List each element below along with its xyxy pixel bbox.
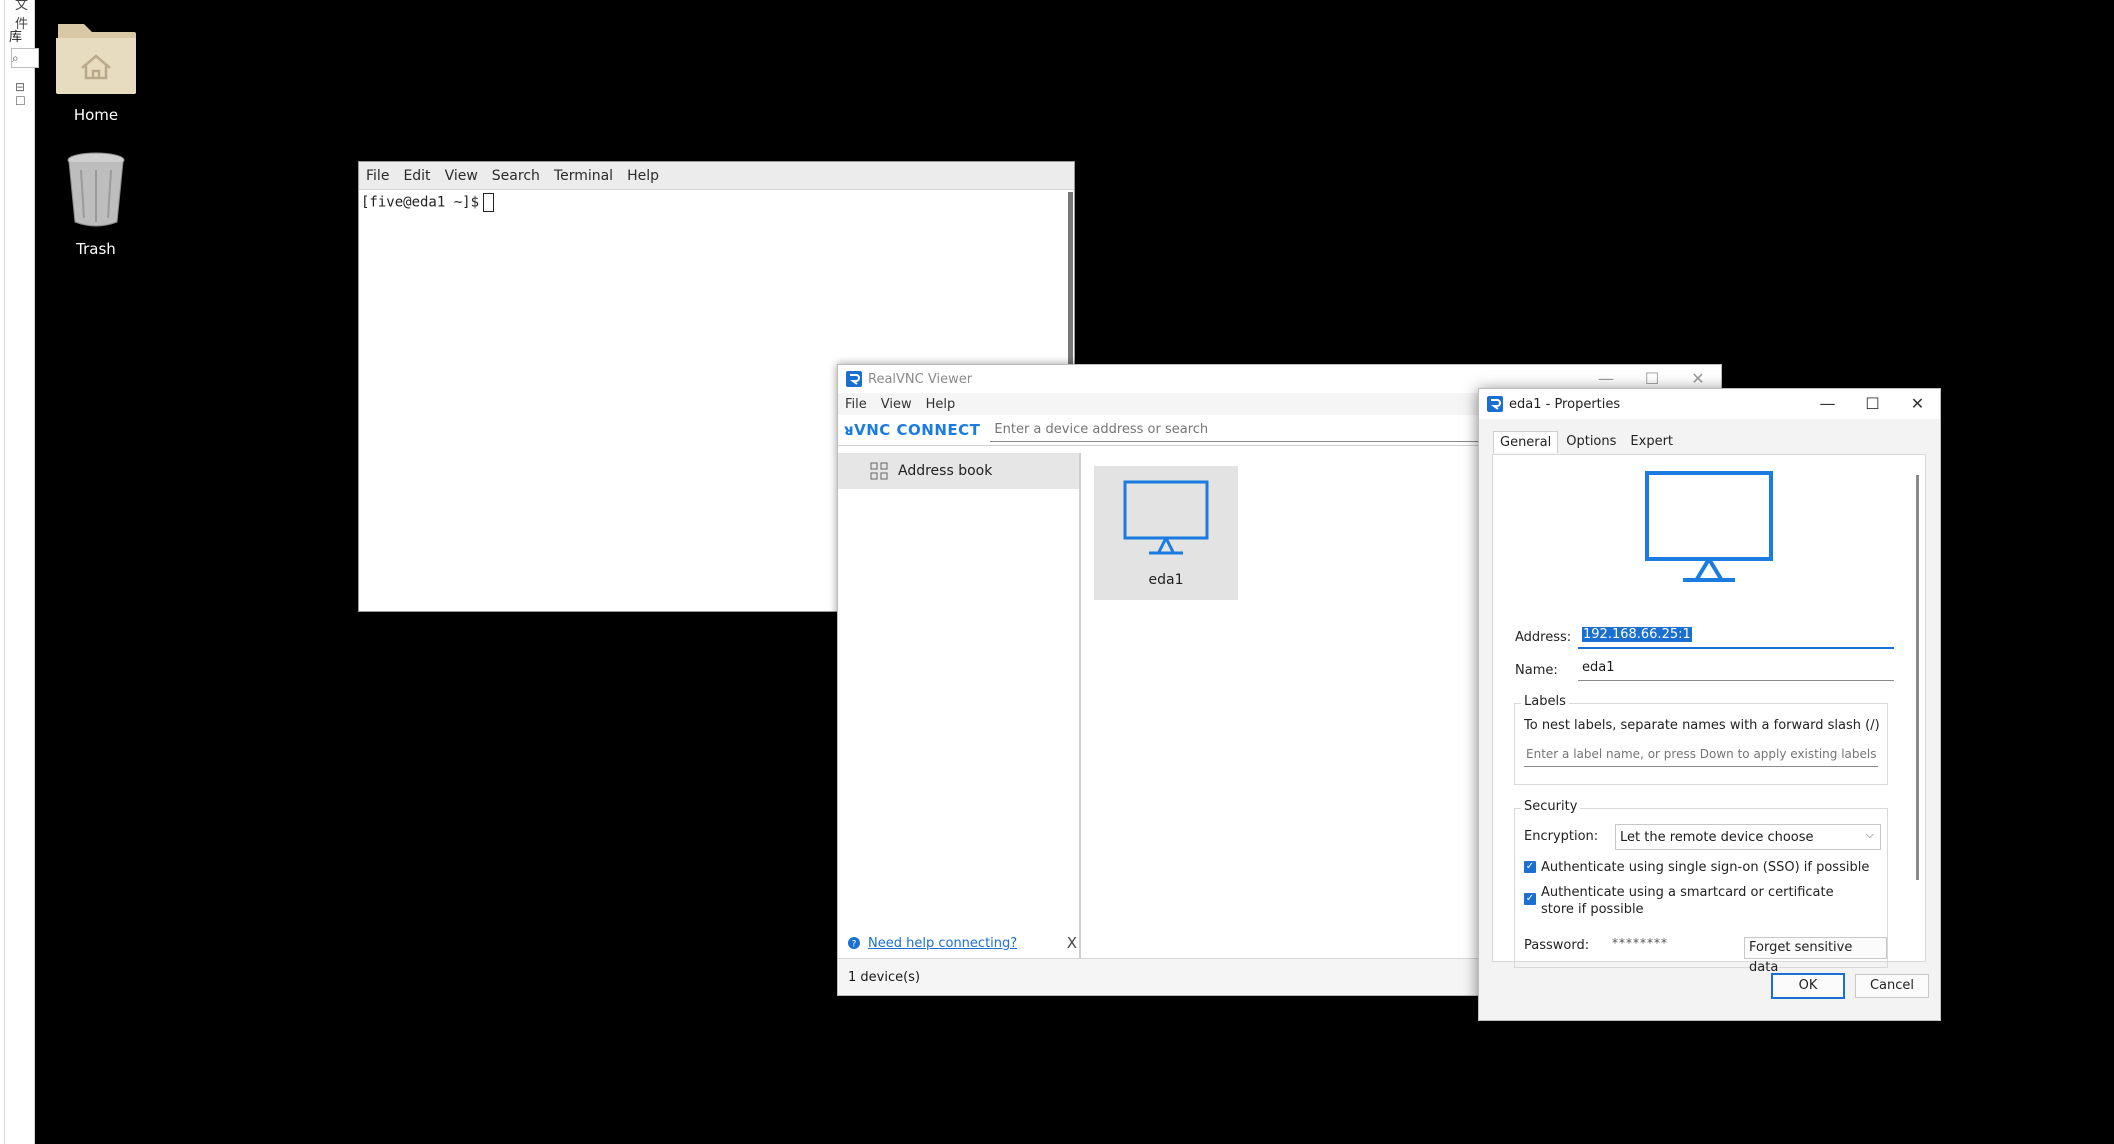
terminal-menu-edit[interactable]: Edit (403, 168, 430, 184)
tab-expert[interactable]: Expert (1624, 431, 1679, 453)
sso-checkbox-label: Authenticate using single sign-on (SSO) … (1541, 860, 1870, 875)
labels-group-title: Labels (1521, 694, 1569, 709)
chevron-down-icon: ⌵ (1865, 828, 1874, 841)
background-library-label: 库 (9, 30, 23, 45)
svg-text:?: ? (852, 940, 857, 950)
help-icon: ? (848, 937, 860, 949)
smartcard-checkbox-label: Authenticate using a smartcard or certif… (1541, 885, 1834, 917)
ok-button[interactable]: OK (1771, 973, 1845, 999)
vnc-menu-file[interactable]: File (845, 397, 867, 412)
monitor-icon (1123, 480, 1209, 555)
vnc-window-title: RealVNC Viewer (868, 371, 973, 387)
properties-title: eda1 - Properties (1509, 396, 1621, 412)
device-count: 1 device(s) (848, 969, 921, 985)
help-close-button[interactable]: X (1067, 934, 1077, 952)
encryption-label: Encryption: (1524, 829, 1599, 844)
terminal-menu-help[interactable]: Help (627, 168, 659, 184)
desktop-trash-label: Trash (76, 240, 116, 258)
vnc-sidebar: Address book ? Need help connecting? X (838, 453, 1081, 958)
need-help-link[interactable]: Need help connecting? (868, 936, 1017, 951)
vnc-app-icon (846, 371, 862, 387)
address-input[interactable]: 192.168.66.25:1 (1578, 627, 1894, 649)
panel-scrollbar[interactable] (1916, 475, 1919, 880)
grid-icon (870, 462, 888, 480)
tab-options[interactable]: Options (1560, 431, 1622, 453)
terminal-menu-terminal[interactable]: Terminal (554, 168, 613, 184)
sidebar-item-label: Address book (898, 463, 993, 479)
password-value: ******** (1612, 936, 1668, 950)
properties-dialog[interactable]: eda1 - Properties — ☐ ✕ General Options … (1478, 388, 1941, 1021)
help-banner: ? Need help connecting? X (838, 928, 1089, 958)
terminal-menubar: File Edit View Search Terminal Help (359, 162, 1074, 190)
labels-input[interactable] (1524, 742, 1878, 767)
desktop-home-icon[interactable]: Home (36, 16, 156, 124)
general-tab-panel: Address: 192.168.66.25:1 Name: eda1 Labe… (1492, 454, 1926, 975)
trash-can-icon (67, 152, 125, 227)
address-value: 192.168.66.25:1 (1582, 627, 1692, 642)
properties-titlebar[interactable]: eda1 - Properties — ☐ ✕ (1479, 389, 1940, 419)
security-group: Security Encryption: Let the remote devi… (1514, 799, 1888, 975)
sidebar-item-address-book[interactable]: Address book (838, 453, 1079, 489)
terminal-output[interactable]: [five@eda1 ~]$ (359, 190, 1074, 215)
terminal-menu-search[interactable]: Search (492, 168, 540, 184)
vnc-connect-logo: ᴚVNC CONNECT (844, 421, 981, 439)
maximize-icon[interactable]: ☐ (1850, 389, 1895, 419)
sso-checkbox[interactable]: ✓ Authenticate using single sign-on (SSO… (1524, 859, 1879, 876)
vnc-app-icon (1487, 396, 1503, 412)
smartcard-checkbox[interactable]: ✓ Authenticate using a smartcard or cert… (1524, 884, 1859, 918)
properties-tabs: General Options Expert (1493, 431, 1681, 453)
tab-general[interactable]: General (1493, 431, 1559, 453)
terminal-menu-file[interactable]: File (366, 168, 389, 184)
security-group-title: Security (1521, 799, 1581, 814)
name-input[interactable]: eda1 (1578, 660, 1894, 681)
encryption-value: Let the remote device choose (1620, 829, 1814, 845)
labels-hint: To nest labels, separate names with a fo… (1524, 718, 1880, 733)
minimize-icon[interactable]: — (1805, 389, 1850, 419)
address-label: Address: (1515, 630, 1572, 645)
cancel-button[interactable]: Cancel (1855, 974, 1929, 998)
checkmark-icon: ✓ (1524, 893, 1536, 905)
vnc-menu-help[interactable]: Help (926, 397, 956, 412)
background-tree-toggle-icon[interactable]: ⊟ ☐ (15, 80, 35, 108)
background-window-sliver: 文件 库 ⌕ ⊟ ☐ (0, 0, 39, 1144)
encryption-select[interactable]: Let the remote device choose ⌵ (1615, 824, 1881, 850)
desktop-trash-icon[interactable]: Trash (36, 150, 156, 258)
checkmark-icon: ✓ (1524, 861, 1536, 873)
terminal-menu-view[interactable]: View (445, 168, 478, 184)
close-icon[interactable]: ✕ (1895, 389, 1940, 419)
monitor-icon (1645, 471, 1773, 582)
name-label: Name: (1515, 663, 1558, 678)
forget-sensitive-data-button[interactable]: Forget sensitive data (1744, 937, 1887, 975)
vnc-menu-view[interactable]: View (881, 397, 912, 412)
terminal-prompt: [five@eda1 ~]$ (361, 194, 480, 211)
labels-group: Labels To nest labels, separate names wi… (1514, 694, 1888, 785)
terminal-cursor (483, 193, 495, 212)
background-search-icon[interactable]: ⌕ (11, 48, 39, 68)
password-label: Password: (1524, 938, 1590, 953)
home-folder-icon (56, 24, 136, 94)
device-name: eda1 (1148, 572, 1184, 588)
name-value: eda1 (1582, 660, 1615, 675)
desktop-home-label: Home (73, 106, 119, 124)
device-card-eda1[interactable]: eda1 (1094, 466, 1238, 600)
